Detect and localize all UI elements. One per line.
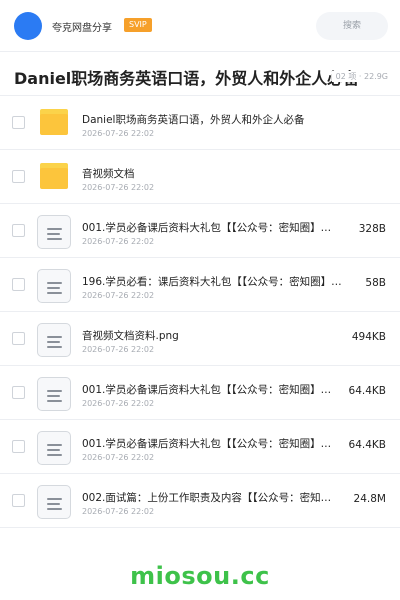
file-row[interactable]: 音视频文档资料.png 2026-07-26 22:02 494KB bbox=[0, 312, 400, 366]
folder-icon bbox=[40, 163, 68, 189]
select-checkbox[interactable] bbox=[12, 440, 25, 453]
file-size: 24.8M bbox=[353, 493, 386, 505]
file-date: 2026-07-26 22:02 bbox=[82, 291, 155, 300]
file-list: Daniel职场商务英语口语，外贸人和外企人必备 2026-07-26 22:02… bbox=[0, 96, 400, 528]
document-icon bbox=[37, 485, 71, 519]
file-row[interactable]: 002.面试篇：上份工作职责及内容【【公众号：密知… 2026-07-26 22:… bbox=[0, 474, 400, 528]
top-bar: 夸克网盘分享 SVIP 搜索 bbox=[0, 0, 400, 52]
file-name: 002.面试篇：上份工作职责及内容【【公众号：密知… bbox=[82, 492, 332, 504]
watermark: miosou.cc bbox=[130, 562, 270, 590]
folder-meta: 02 项 · 22.9G bbox=[331, 71, 388, 82]
page-title: Daniel职场商务英语口语，外贸人和外企人必备 bbox=[14, 69, 360, 88]
select-checkbox[interactable] bbox=[12, 494, 25, 507]
file-date: 2026-07-26 22:02 bbox=[82, 507, 155, 516]
file-name: 音视频文档 bbox=[82, 168, 135, 180]
svip-badge: SVIP bbox=[124, 18, 152, 32]
folder-icon bbox=[40, 109, 68, 135]
select-checkbox[interactable] bbox=[12, 386, 25, 399]
file-name: 001.学员必备课后资料大礼包【【公众号：密知圈】… bbox=[82, 222, 332, 234]
file-row[interactable]: 196.学员必看：课后资料大礼包【【公众号：密知圈】… 2026-07-26 22… bbox=[0, 258, 400, 312]
app-name: 夸克网盘分享 bbox=[52, 23, 112, 34]
file-size: 494KB bbox=[351, 331, 386, 343]
file-size: 64.4KB bbox=[348, 385, 386, 397]
file-row[interactable]: 001.学员必备课后资料大礼包【【公众号：密知圈】… 2026-07-26 22:… bbox=[0, 204, 400, 258]
file-date: 2026-07-26 22:02 bbox=[82, 453, 155, 462]
document-icon bbox=[37, 323, 71, 357]
file-name: 196.学员必看：课后资料大礼包【【公众号：密知圈】… bbox=[82, 276, 342, 288]
file-date: 2026-07-26 22:02 bbox=[82, 399, 155, 408]
select-checkbox[interactable] bbox=[12, 170, 25, 183]
file-name: 001.学员必备课后资料大礼包【【公众号：密知圈】… bbox=[82, 438, 332, 450]
file-name: 音视频文档资料.png bbox=[82, 330, 179, 342]
file-row[interactable]: 001.学员必备课后资料大礼包【【公众号：密知圈】… 2026-07-26 22:… bbox=[0, 366, 400, 420]
select-checkbox[interactable] bbox=[12, 224, 25, 237]
file-row[interactable]: 音视频文档 2026-07-26 22:02 bbox=[0, 150, 400, 204]
document-icon bbox=[37, 377, 71, 411]
document-icon bbox=[37, 215, 71, 249]
file-size: 64.4KB bbox=[348, 439, 386, 451]
file-size: 58B bbox=[365, 277, 386, 289]
file-date: 2026-07-26 22:02 bbox=[82, 237, 155, 246]
file-name: 001.学员必备课后资料大礼包【【公众号：密知圈】… bbox=[82, 384, 332, 396]
app-logo[interactable] bbox=[14, 12, 42, 40]
file-row[interactable]: Daniel职场商务英语口语，外贸人和外企人必备 2026-07-26 22:02 bbox=[0, 96, 400, 150]
select-checkbox[interactable] bbox=[12, 332, 25, 345]
title-bar: Daniel职场商务英语口语，外贸人和外企人必备 02 项 · 22.9G bbox=[0, 52, 400, 96]
document-icon bbox=[37, 431, 71, 465]
file-size: 328B bbox=[358, 223, 386, 235]
file-date: 2026-07-26 22:02 bbox=[82, 345, 155, 354]
select-checkbox[interactable] bbox=[12, 116, 25, 129]
document-icon bbox=[37, 269, 71, 303]
select-checkbox[interactable] bbox=[12, 278, 25, 291]
file-row[interactable]: 001.学员必备课后资料大礼包【【公众号：密知圈】… 2026-07-26 22:… bbox=[0, 420, 400, 474]
file-date: 2026-07-26 22:02 bbox=[82, 129, 155, 138]
search-input[interactable]: 搜索 bbox=[316, 12, 388, 40]
file-name: Daniel职场商务英语口语，外贸人和外企人必备 bbox=[82, 114, 305, 126]
file-date: 2026-07-26 22:02 bbox=[82, 183, 155, 192]
